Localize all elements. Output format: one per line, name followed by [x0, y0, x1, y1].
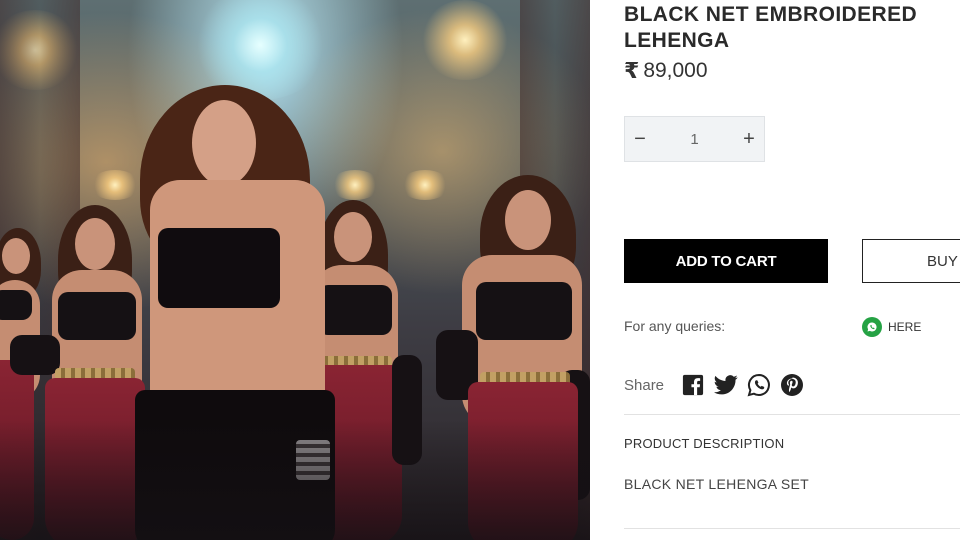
rupee-icon: ₹ — [624, 58, 640, 83]
section-divider — [624, 414, 960, 415]
chandelier-light — [330, 170, 380, 200]
quantity-stepper: − 1 + — [624, 116, 765, 162]
chandelier-light — [420, 0, 510, 80]
whatsapp-link-label: HERE — [888, 320, 922, 334]
quantity-input[interactable]: 1 — [665, 131, 725, 148]
product-title: BLACK NET EMBROIDERED LEHENGA — [624, 3, 918, 52]
chandelier-light — [190, 0, 330, 100]
stage-floor — [0, 420, 590, 540]
quantity-decrement-button[interactable]: − — [625, 117, 655, 161]
quantity-increment-button[interactable]: + — [734, 117, 764, 161]
whatsapp-share-icon[interactable] — [746, 372, 772, 398]
description-heading[interactable]: PRODUCT DESCRIPTION — [624, 436, 784, 451]
buy-now-button[interactable]: BUY — [862, 239, 960, 283]
product-details-panel: BLACK NET EMBROIDERED LEHENGA ₹ 89,000 −… — [624, 0, 960, 540]
share-row: Share — [624, 372, 812, 398]
whatsapp-icon — [862, 317, 882, 337]
whatsapp-contact-link[interactable]: HERE — [862, 317, 921, 337]
product-price: ₹ 89,000 — [624, 58, 708, 84]
queries-label: For any queries: — [624, 318, 726, 334]
share-label: Share — [624, 376, 665, 394]
add-to-cart-button[interactable]: ADD TO CART — [624, 239, 828, 283]
facebook-icon[interactable] — [680, 372, 706, 398]
pinterest-icon[interactable] — [779, 372, 805, 398]
twitter-icon[interactable] — [713, 372, 739, 398]
section-divider — [624, 528, 960, 529]
description-text: BLACK NET LEHENGA SET — [624, 476, 809, 492]
price-amount: 89,000 — [643, 59, 708, 82]
product-image[interactable] — [0, 0, 590, 540]
chandelier-light — [400, 170, 450, 200]
chandelier-light — [90, 170, 140, 200]
